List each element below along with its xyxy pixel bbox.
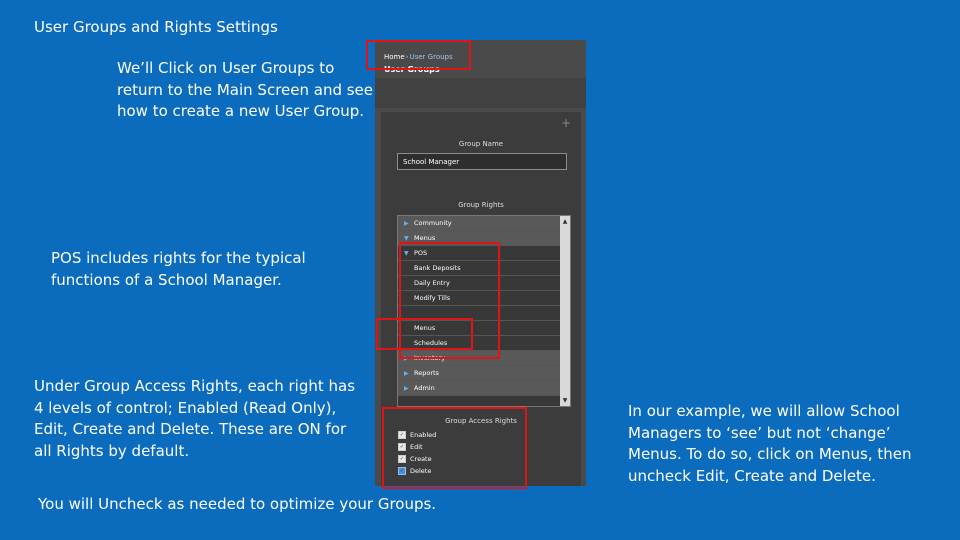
note-example-menus: In our example, we will allow School Man… [628,402,912,485]
highlight-access-rights [382,407,527,489]
triangle-right-icon: ▶ [404,385,409,392]
plus-icon[interactable]: + [561,116,571,130]
arrow-down-icon[interactable]: ▼ [560,397,570,404]
group-rights-label: Group Rights [458,201,504,209]
note-uncheck: You will Uncheck as needed to optimize y… [38,495,437,513]
triangle-right-icon: ▶ [404,220,409,227]
rights-item-admin[interactable]: ▶ Admin [398,381,560,396]
group-name-input[interactable] [397,153,567,170]
arrow-up-icon[interactable]: ▲ [560,218,570,225]
rights-item-label: Community [414,219,452,227]
note-access-levels: Under Group Access Rights, each right ha… [34,377,356,460]
toolbar-strip [375,78,586,108]
highlight-menus [376,318,473,350]
rights-item-label: Reports [414,369,439,377]
note-click-user-groups: We’ll Click on User Groups to return to … [117,59,374,120]
highlight-breadcrumb [366,40,471,70]
note-pos-rights: POS includes rights for the typical func… [51,249,306,289]
slide-title: User Groups and Rights Settings [34,18,278,36]
rights-item-reports[interactable]: ▶ Reports [398,366,560,381]
group-name-label: Group Name [458,140,504,148]
rights-scrollbar[interactable]: ▲ ▼ [560,216,570,406]
rights-item-label: Admin [414,384,435,392]
triangle-right-icon: ▶ [404,370,409,377]
rights-item-community[interactable]: ▶ Community [398,216,560,231]
